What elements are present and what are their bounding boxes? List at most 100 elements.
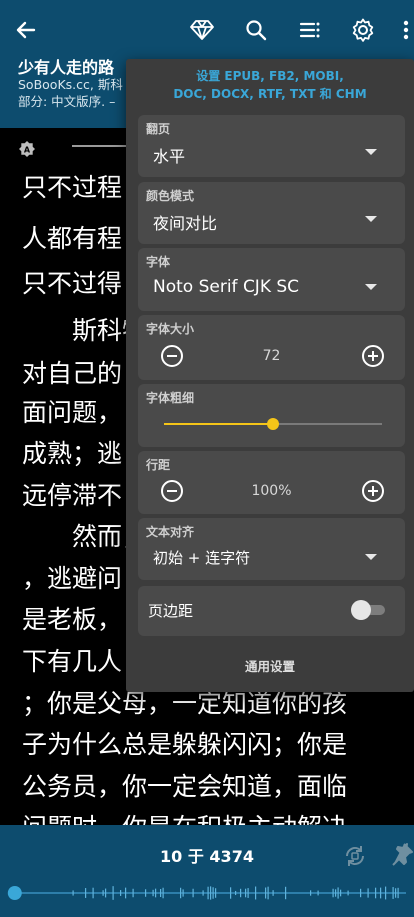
font-size-stepper: 字体大小 72 bbox=[138, 315, 405, 380]
chapter-tick bbox=[240, 888, 242, 898]
text-line: 下有几人 bbox=[22, 647, 123, 676]
text-align-label: 文本对齐 bbox=[146, 525, 195, 539]
caret-down-icon bbox=[365, 284, 377, 290]
font-label: 字体 bbox=[146, 255, 171, 269]
chapter-tick bbox=[285, 886, 287, 900]
margins-label: 页边距 bbox=[148, 602, 194, 620]
chapter-tick bbox=[210, 886, 212, 900]
chapter-tick bbox=[247, 888, 249, 898]
book-author-line: SoBooKs.cc, 斯科 bbox=[18, 77, 123, 92]
line-spacing-stepper: 行距 100% bbox=[138, 451, 405, 514]
settings-header-line: 设置 EPUB, FB2, MOBI, bbox=[196, 69, 344, 83]
chapter-tick bbox=[272, 890, 274, 896]
margins-toggle[interactable] bbox=[351, 600, 385, 620]
chapter-tick bbox=[347, 890, 349, 896]
caret-down-icon bbox=[365, 149, 377, 155]
chapter-tick bbox=[202, 890, 204, 896]
chapter-tick bbox=[182, 889, 184, 897]
chapter-tick bbox=[207, 886, 209, 900]
arrow-left-icon[interactable] bbox=[10, 14, 42, 46]
chapter-tick bbox=[212, 887, 214, 899]
plus-circle-icon[interactable] bbox=[361, 344, 385, 368]
chapter-tick bbox=[245, 888, 247, 898]
slider-fill bbox=[164, 423, 273, 425]
line-spacing-label: 行距 bbox=[146, 458, 171, 472]
auto-brightness-icon[interactable]: A bbox=[18, 140, 36, 162]
book-meta: SoBooKs.cc, 斯科 部分: 中文版序. – bbox=[18, 76, 123, 110]
text-align-value: 初始 + 连字符 bbox=[153, 549, 251, 567]
text-line: 问题时，你是在积极主动解决 bbox=[22, 808, 347, 825]
chapter-tick bbox=[332, 888, 334, 898]
chapter-tick bbox=[267, 886, 269, 900]
margins-toggle-row[interactable]: 页边距 bbox=[138, 586, 405, 636]
chapter-tick bbox=[367, 888, 369, 898]
paging-value: 水平 bbox=[153, 147, 186, 166]
chapter-tick bbox=[397, 887, 399, 899]
chapter-tick bbox=[105, 888, 107, 898]
chapter-tick bbox=[310, 890, 312, 896]
caret-down-icon bbox=[365, 216, 377, 222]
text-align-dropdown[interactable]: 文本对齐 初始 + 连字符 bbox=[138, 518, 405, 580]
diamond-icon[interactable] bbox=[186, 14, 218, 46]
text-line: ，逃避问 bbox=[22, 564, 123, 593]
chapter-tick bbox=[192, 888, 194, 898]
svg-text:A: A bbox=[24, 146, 31, 155]
chapter-tick bbox=[162, 887, 164, 899]
reading-settings-panel: 设置 EPUB, FB2, MOBI, DOC, DOCX, RTF, TXT … bbox=[126, 59, 414, 692]
chapter-tick bbox=[180, 887, 182, 899]
brightness-slider[interactable] bbox=[72, 145, 132, 147]
scrubber-thumb[interactable] bbox=[7, 886, 22, 900]
text-line: 只不过程 bbox=[22, 173, 123, 202]
search-icon[interactable] bbox=[240, 14, 272, 46]
chapter-tick bbox=[340, 889, 342, 897]
chapter-tick bbox=[152, 889, 154, 897]
chapter-tick bbox=[155, 888, 157, 898]
chapter-tick bbox=[102, 890, 104, 896]
settings-header-line: DOC, DOCX, RTF, TXT 和 CHM bbox=[173, 87, 367, 101]
chapter-tick bbox=[230, 887, 232, 899]
text-line: 是老板， bbox=[22, 605, 123, 634]
text-line: 对自己的 bbox=[22, 359, 123, 388]
chapter-tick bbox=[392, 887, 394, 899]
chapter-tick bbox=[160, 888, 162, 898]
text-line: 只不过得 bbox=[22, 269, 123, 298]
chapter-tick bbox=[235, 890, 237, 896]
chapter-tick bbox=[132, 888, 134, 898]
chapter-tick bbox=[255, 886, 257, 900]
toggle-knob bbox=[351, 600, 371, 620]
page-scrubber[interactable] bbox=[0, 885, 414, 901]
font-weight-label: 字体粗细 bbox=[146, 391, 195, 405]
caret-down-icon bbox=[365, 554, 377, 560]
font-dropdown[interactable]: 字体 Noto Serif CJK SC bbox=[138, 248, 405, 311]
paging-label: 翻页 bbox=[146, 122, 171, 136]
chapter-tick bbox=[215, 888, 217, 898]
chapter-tick bbox=[360, 888, 362, 898]
chapter-tick bbox=[145, 889, 147, 897]
chapter-tick bbox=[380, 887, 382, 899]
chapter-tick bbox=[395, 888, 397, 898]
pin-icon[interactable] bbox=[390, 842, 414, 872]
text-line: 成熟；逃 bbox=[22, 439, 123, 468]
toc-list-icon[interactable] bbox=[294, 14, 326, 46]
color-mode-value: 夜间对比 bbox=[153, 214, 218, 233]
chapter-tick bbox=[92, 887, 94, 899]
chapter-tick bbox=[337, 887, 339, 899]
font-weight-slider[interactable] bbox=[164, 418, 382, 430]
chapter-tick bbox=[385, 886, 387, 900]
rotate-lock-icon[interactable] bbox=[342, 843, 368, 873]
slider-thumb[interactable] bbox=[267, 418, 279, 430]
plus-circle-icon[interactable] bbox=[361, 479, 385, 503]
chapter-tick bbox=[335, 889, 337, 897]
text-line: 面问题， bbox=[22, 398, 123, 427]
color-mode-label: 颜色模式 bbox=[146, 189, 195, 203]
settings-header: 设置 EPUB, FB2, MOBI, DOC, DOCX, RTF, TXT … bbox=[126, 67, 414, 103]
book-title: 少有人走的路 bbox=[18, 58, 115, 77]
gear-icon[interactable] bbox=[347, 14, 379, 46]
more-vert-icon[interactable] bbox=[398, 14, 414, 46]
color-mode-dropdown[interactable]: 颜色模式 夜间对比 bbox=[138, 182, 405, 244]
paging-dropdown[interactable]: 翻页 水平 bbox=[138, 115, 405, 177]
general-settings-link[interactable]: 通用设置 bbox=[126, 656, 414, 675]
text-line: 子为什么总是躲躲闪闪；你是 bbox=[22, 730, 348, 759]
text-line: 远停滞不 bbox=[22, 481, 123, 510]
bottom-bar: 10 于 4374 bbox=[0, 825, 414, 917]
